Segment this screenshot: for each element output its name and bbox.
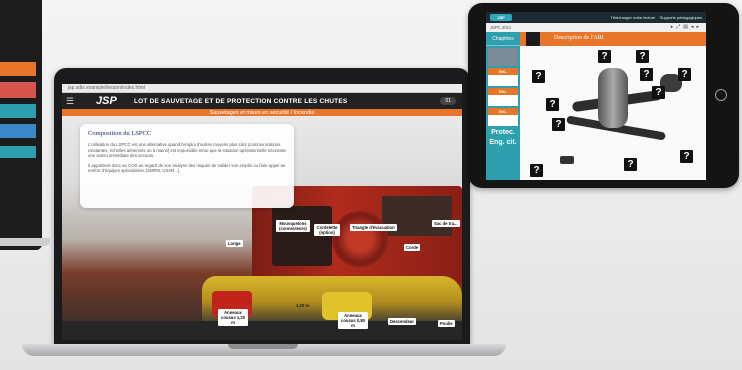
label-corde: Corde xyxy=(404,244,421,251)
truck-compartment xyxy=(272,206,332,266)
hose-reel xyxy=(332,211,388,267)
chapter-item-2[interactable]: Inc. xyxy=(488,88,518,106)
chapter-tag: Inc. xyxy=(488,88,518,95)
question-hotspot-11[interactable]: ? xyxy=(624,158,637,171)
tablet-sub-bar: JSPC 2021 ▸⤢▤◂▸ xyxy=(486,23,706,32)
question-hotspot-8[interactable]: ? xyxy=(552,118,565,131)
next-icon[interactable]: ▸ xyxy=(696,24,702,30)
chapters-sidebar: Chapitres Inc. Inc. Inc. Protec. Eng. ci… xyxy=(486,32,520,180)
laptop-screen: jsp.sdis.example/lesson/index.html ☰ JSP… xyxy=(62,84,462,340)
course-label: JSPC 2021 xyxy=(490,25,512,30)
info-card: Composition du LSPCC L'utilisation du LS… xyxy=(80,124,294,208)
tablet-body: Chapitres Inc. Inc. Inc. Protec. Eng. ci… xyxy=(486,32,706,180)
label-mousquetons: Mousquetons (connecteurs) xyxy=(276,220,310,232)
ari-gauge xyxy=(560,156,574,164)
card-title: Composition du LSPCC xyxy=(88,130,152,137)
label-triangle: Triangle d'évacuation xyxy=(350,224,397,231)
chapter-tag: Inc. xyxy=(488,108,518,115)
question-hotspot-7[interactable]: ? xyxy=(652,86,665,99)
background-panel-left xyxy=(0,0,42,250)
label-strap-length: 1,20 m xyxy=(296,303,310,308)
question-hotspot-5[interactable]: ? xyxy=(678,68,691,81)
tablet-top-links: Télécharger notre lecture Supports pédag… xyxy=(611,15,706,20)
tablet-screen: JSP Télécharger notre lecture Supports p… xyxy=(486,12,706,180)
page-number-badge: 01 xyxy=(440,97,456,105)
jsp-logo: JSP xyxy=(96,95,117,107)
question-hotspot-10[interactable]: ? xyxy=(530,164,543,177)
tablet-home-button[interactable] xyxy=(715,89,727,101)
question-hotspot-2[interactable]: ? xyxy=(636,50,649,63)
lesson-logo xyxy=(526,32,540,46)
app-header: ☰ JSP LOT DE SAUVETAGE ET DE PROTECTION … xyxy=(62,93,462,109)
question-hotspot-1[interactable]: ? xyxy=(598,50,611,63)
chapter-protec[interactable]: Protec. xyxy=(486,129,520,136)
chapter-item-1[interactable]: Inc. xyxy=(488,68,518,86)
question-hotspot-6[interactable]: ? xyxy=(546,98,559,111)
label-poulie: Poulie xyxy=(438,320,455,327)
label-descendeur: Descendeur xyxy=(388,318,416,325)
laptop-notch xyxy=(228,344,298,349)
ari-diagram: ? ? ? ? ? ? ? ? ? ? ? xyxy=(520,46,706,180)
left-stripe-red xyxy=(0,82,36,98)
left-device-base xyxy=(0,238,50,246)
question-hotspot-4[interactable]: ? xyxy=(640,68,653,81)
ari-cylinder xyxy=(598,68,628,128)
question-hotspot-3[interactable]: ? xyxy=(532,70,545,83)
label-cordelette: Cordelette (option) xyxy=(314,224,340,236)
tablet-toolbar: ▸⤢▤◂▸ xyxy=(671,23,702,32)
chapter-tag: Inc. xyxy=(488,68,518,75)
download-link[interactable]: Télécharger notre lecture xyxy=(611,15,656,20)
supports-link[interactable]: Supports pédagogiques xyxy=(660,15,702,20)
left-stripe-orange xyxy=(0,62,36,76)
label-anneau-2: Anneaux cousus 0,80 m xyxy=(338,312,368,329)
label-sac: Sac de tra... xyxy=(432,220,460,227)
chapter-eng-cit[interactable]: Eng. cit. xyxy=(486,139,520,146)
label-anneau-1: Anneaux cousus 1,20 m xyxy=(218,309,248,326)
chapter-thumb-photo[interactable] xyxy=(488,48,518,66)
folder-icon[interactable]: ▤ xyxy=(683,24,691,30)
left-stripe-teal-2 xyxy=(0,146,36,158)
tablet-logo: JSP xyxy=(490,14,512,21)
question-hotspot-9[interactable]: ? xyxy=(680,150,693,163)
menu-icon[interactable]: ☰ xyxy=(62,96,78,107)
chapters-label: Chapitres xyxy=(486,32,520,46)
card-paragraph-2: Il appartient donc au COS au regard de s… xyxy=(88,162,286,174)
lesson-title: Description de l'ARI xyxy=(554,35,604,41)
chapter-item-3[interactable]: Inc. xyxy=(488,108,518,126)
lesson-banner: Description de l'ARI xyxy=(520,32,706,46)
label-longe: Longe xyxy=(226,240,243,247)
tablet-top-bar: JSP Télécharger notre lecture Supports p… xyxy=(486,12,706,23)
page-title: LOT DE SAUVETAGE ET DE PROTECTION CONTRE… xyxy=(134,97,348,105)
browser-url-bar[interactable]: jsp.sdis.example/lesson/index.html xyxy=(62,84,462,93)
left-stripe-blue xyxy=(0,124,36,138)
chevron-left-icon[interactable]: ‹ xyxy=(68,208,72,222)
card-paragraph-1: L'utilisation du LSPCC est une alternati… xyxy=(88,142,287,159)
left-stripe-teal xyxy=(0,104,36,118)
